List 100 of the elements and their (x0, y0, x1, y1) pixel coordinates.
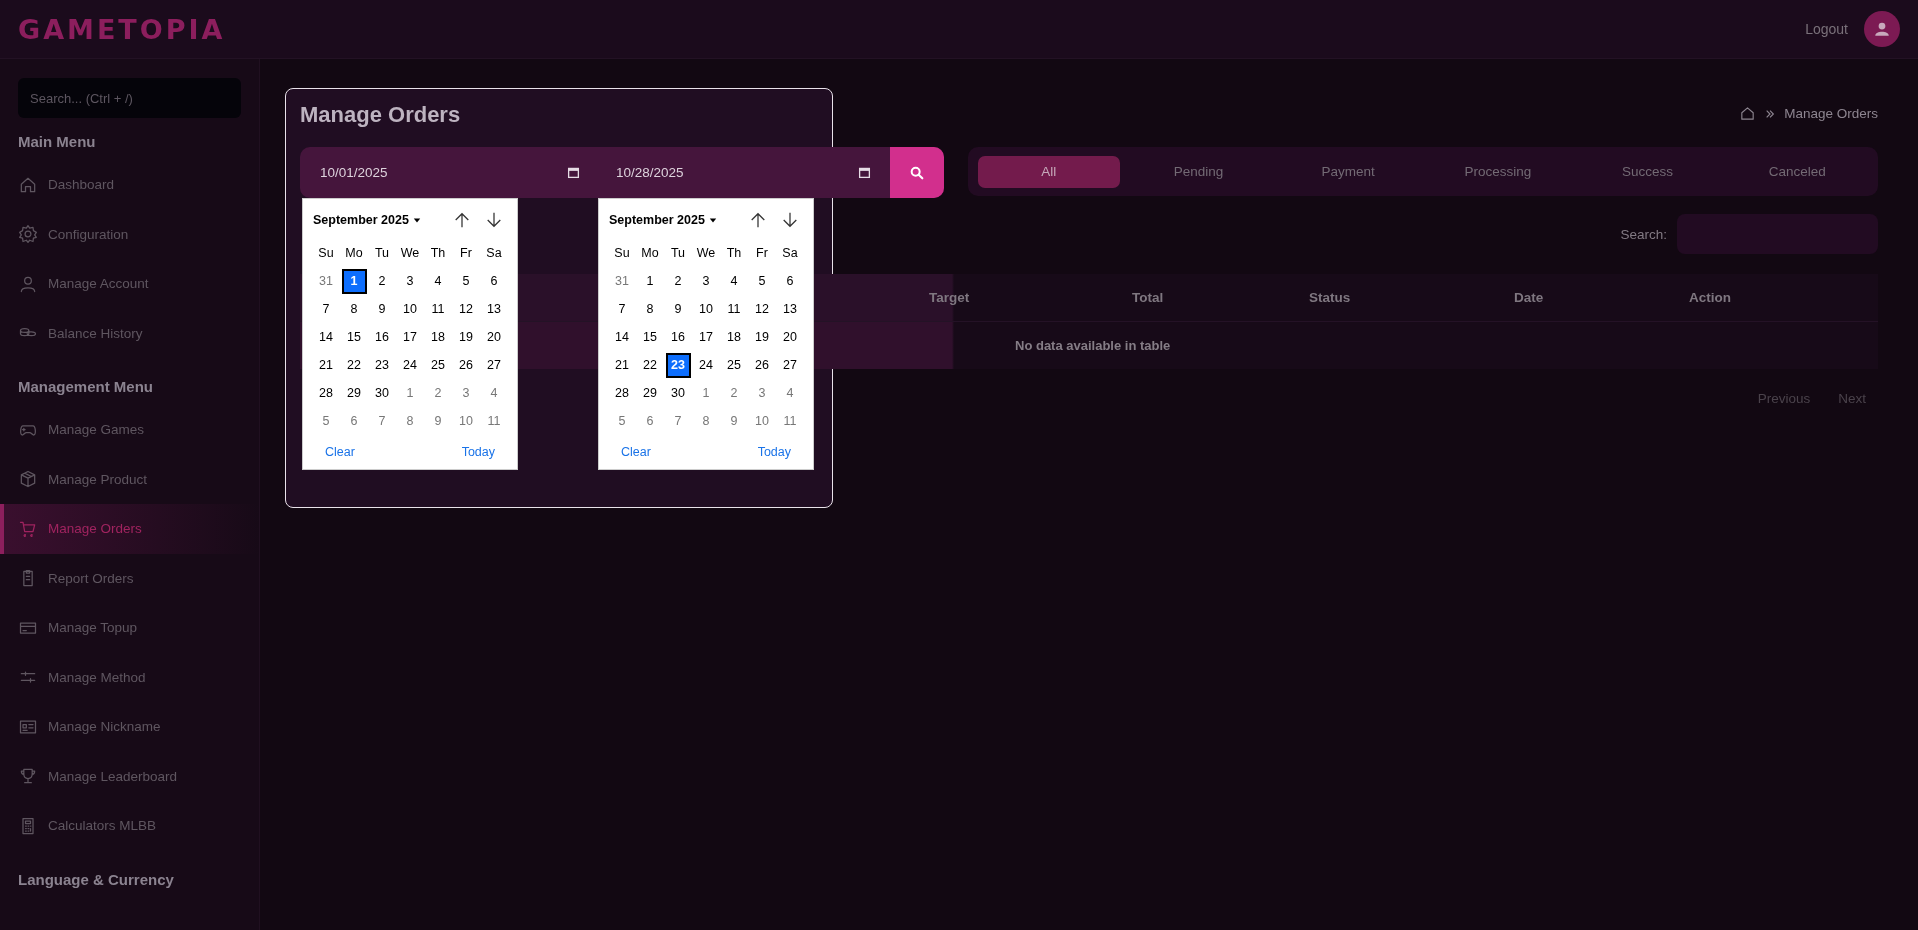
calendar-day[interactable]: 31 (313, 268, 339, 294)
calendar-day[interactable]: 11 (777, 408, 803, 434)
calendar-day[interactable]: 10 (749, 408, 775, 434)
calendar-day[interactable]: 26 (453, 352, 479, 378)
calendar-day[interactable]: 12 (453, 296, 479, 322)
calendar-day[interactable]: 3 (397, 268, 423, 294)
calendar-day[interactable]: 3 (749, 380, 775, 406)
calendar-day[interactable]: 10 (693, 296, 719, 322)
calendar-day[interactable]: 6 (341, 408, 367, 434)
calendar-day[interactable]: 8 (637, 296, 663, 322)
calendar-day[interactable]: 11 (425, 296, 451, 322)
calendar-day[interactable]: 9 (425, 408, 451, 434)
calendar-day[interactable]: 2 (425, 380, 451, 406)
calendar-day[interactable]: 1 (693, 380, 719, 406)
calendar-day[interactable]: 27 (481, 352, 507, 378)
calendar-day[interactable]: 21 (313, 352, 339, 378)
calendar-day[interactable]: 5 (453, 268, 479, 294)
calendar-day[interactable]: 15 (341, 324, 367, 350)
calendar-day[interactable]: 1 (341, 268, 367, 294)
calendar-day[interactable]: 24 (693, 352, 719, 378)
calendar-icon[interactable] (858, 166, 871, 179)
status-tab[interactable]: Payment (1277, 155, 1419, 188)
arrow-up-icon[interactable] (453, 211, 471, 229)
arrow-up-icon[interactable] (749, 211, 767, 229)
calendar-day[interactable]: 4 (481, 380, 507, 406)
calendar-day[interactable]: 14 (609, 324, 635, 350)
calendar-day[interactable]: 18 (721, 324, 747, 350)
calendar-day[interactable]: 9 (721, 408, 747, 434)
calendar-day[interactable]: 14 (313, 324, 339, 350)
calendar-day[interactable]: 9 (665, 296, 691, 322)
calendar-day[interactable]: 4 (777, 380, 803, 406)
date-field[interactable]: 10/28/2025 (596, 157, 816, 188)
calendar-day[interactable]: 6 (481, 268, 507, 294)
calendar-day[interactable]: 23 (665, 352, 691, 378)
calendar-day[interactable]: 20 (777, 324, 803, 350)
calendar-day[interactable]: 17 (397, 324, 423, 350)
calendar-day[interactable]: 10 (453, 408, 479, 434)
calendar-day[interactable]: 21 (609, 352, 635, 378)
arrow-down-icon[interactable] (781, 211, 799, 229)
calendar-day[interactable]: 8 (397, 408, 423, 434)
calendar-day[interactable]: 16 (665, 324, 691, 350)
calendar-day[interactable]: 8 (693, 408, 719, 434)
calendar-day[interactable]: 18 (425, 324, 451, 350)
calendar-day[interactable]: 2 (721, 380, 747, 406)
calendar-day[interactable]: 27 (777, 352, 803, 378)
calendar-day[interactable]: 7 (609, 296, 635, 322)
calendar-day[interactable]: 4 (425, 268, 451, 294)
calendar-day[interactable]: 7 (665, 408, 691, 434)
calendar-day[interactable]: 29 (341, 380, 367, 406)
arrow-down-icon[interactable] (485, 211, 503, 229)
calendar-day[interactable]: 25 (425, 352, 451, 378)
calendar-day[interactable]: 28 (609, 380, 635, 406)
calendar-day[interactable]: 5 (313, 408, 339, 434)
search-field[interactable]: Search... (Ctrl + /) (18, 78, 241, 118)
calendar-icon[interactable] (567, 166, 580, 179)
calendar-day[interactable]: 6 (777, 268, 803, 294)
month-selector[interactable]: September 2025 (609, 213, 717, 227)
calendar-day[interactable]: 30 (369, 380, 395, 406)
calendar-day[interactable]: 24 (397, 352, 423, 378)
calendar-day[interactable]: 10 (397, 296, 423, 322)
month-selector[interactable]: September 2025 (313, 213, 421, 227)
calendar-day[interactable]: 23 (369, 352, 395, 378)
calendar-day[interactable]: 5 (749, 268, 775, 294)
calendar-day[interactable]: 20 (481, 324, 507, 350)
search-button[interactable] (890, 147, 944, 198)
calendar-day[interactable]: 3 (693, 268, 719, 294)
today-link[interactable]: Today (757, 445, 791, 459)
date-field[interactable]: 10/01/2025 (300, 157, 520, 188)
calendar-day[interactable]: 5 (609, 408, 635, 434)
calendar-day[interactable]: 26 (749, 352, 775, 378)
calendar-day[interactable]: 9 (369, 296, 395, 322)
calendar-day[interactable]: 2 (665, 268, 691, 294)
calendar-day[interactable]: 3 (453, 380, 479, 406)
calendar-day[interactable]: 12 (749, 296, 775, 322)
calendar-day[interactable]: 30 (665, 380, 691, 406)
calendar-day[interactable]: 19 (453, 324, 479, 350)
calendar-day[interactable]: 7 (313, 296, 339, 322)
calendar-day[interactable]: 31 (609, 268, 635, 294)
calendar-day[interactable]: 16 (369, 324, 395, 350)
calendar-day[interactable]: 22 (341, 352, 367, 378)
calendar-day[interactable]: 4 (721, 268, 747, 294)
calendar-day[interactable]: 1 (397, 380, 423, 406)
calendar-day[interactable]: 15 (637, 324, 663, 350)
calendar-day[interactable]: 13 (481, 296, 507, 322)
clear-link[interactable]: Clear (621, 445, 651, 459)
logout-link[interactable]: Logout (1805, 21, 1848, 37)
clear-link[interactable]: Clear (325, 445, 355, 459)
calendar-day[interactable]: 22 (637, 352, 663, 378)
calendar-day[interactable]: 8 (341, 296, 367, 322)
calendar-day[interactable]: 7 (369, 408, 395, 434)
status-tab[interactable]: All (978, 155, 1120, 188)
calendar-day[interactable]: 28 (313, 380, 339, 406)
calendar-day[interactable]: 11 (721, 296, 747, 322)
calendar-day[interactable]: 11 (481, 408, 507, 434)
calendar-day[interactable]: 25 (721, 352, 747, 378)
calendar-day[interactable]: 29 (637, 380, 663, 406)
status-tab[interactable]: Pending (1127, 155, 1270, 188)
calendar-day[interactable]: 17 (693, 324, 719, 350)
calendar-day[interactable]: 1 (637, 268, 663, 294)
avatar[interactable] (1864, 11, 1900, 47)
